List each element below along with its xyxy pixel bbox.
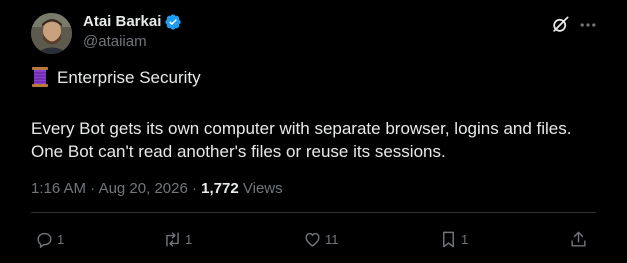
post-body-line-2: One Bot can't read another's files or re… (31, 142, 446, 161)
post-heading: Enterprise Security (57, 68, 201, 87)
reply-button[interactable]: 1 (35, 229, 64, 249)
post-date[interactable]: Aug 20, 2026 (99, 180, 188, 197)
reply-count: 1 (57, 231, 65, 247)
divider (31, 212, 596, 213)
spool-icon (32, 67, 48, 87)
meta-separator: · (90, 180, 96, 197)
like-count: 11 (325, 231, 339, 247)
author-handle[interactable]: @ataiiam (83, 33, 147, 50)
reply-icon (37, 232, 52, 248)
meta-separator: · (191, 180, 197, 197)
author-name[interactable]: Atai Barkai (83, 13, 161, 30)
verified-badge-icon (165, 14, 181, 30)
repost-icon (166, 231, 179, 247)
views-label: Views (242, 180, 283, 197)
bookmark-button[interactable]: 1 (439, 229, 468, 249)
like-icon (305, 232, 320, 247)
share-button[interactable] (569, 229, 588, 249)
views-count: 1,772 (201, 180, 239, 197)
post-body-line-1: Every Bot gets its own computer with sep… (31, 119, 572, 138)
grok-icon[interactable] (551, 15, 570, 34)
more-icon[interactable] (578, 15, 598, 35)
avatar[interactable] (31, 13, 72, 54)
post-time[interactable]: 1:16 AM (31, 180, 86, 197)
repost-button[interactable]: 1 (163, 229, 192, 249)
repost-count: 1 (185, 231, 193, 247)
bookmark-count: 1 (461, 231, 469, 247)
share-icon (571, 231, 586, 247)
post-meta: 1:16 AM · Aug 20, 2026 · 1,772 Views (31, 180, 283, 197)
bookmark-icon (443, 231, 454, 247)
like-button[interactable]: 11 (303, 229, 339, 249)
